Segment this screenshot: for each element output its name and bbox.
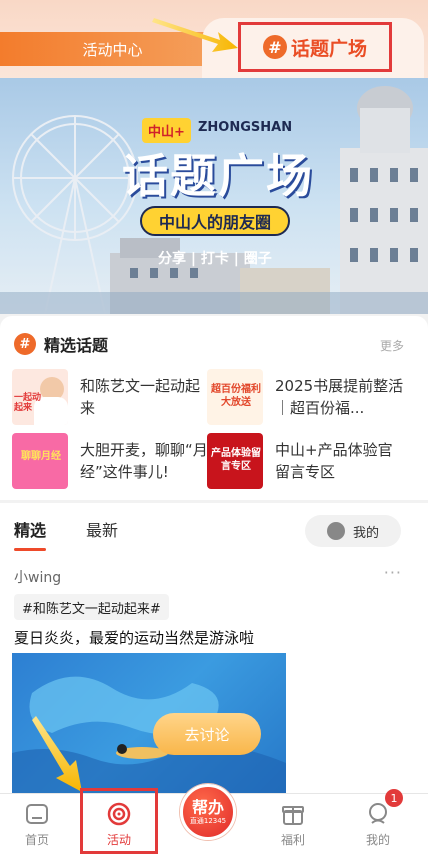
nav-profile[interactable]: 我的 [341,794,415,854]
post-title[interactable]: 夏日炎炎，最爱的运动当然是游泳啦 [14,627,254,648]
topic-thumbnail: 超百份福利大放送 [207,369,263,425]
more-options-icon[interactable]: ··· [384,563,402,582]
topic-thumbnail: 一起动起来 [12,369,68,425]
nav-home[interactable]: 首页 [0,794,74,854]
featured-topics-header: # 精选话题 [14,332,108,356]
topic-thumbnail: 聊聊月经 [12,433,68,489]
featured-topics-card: # 精选话题 更多 一起动起来 和陈艺文一起动起来 超百份福利大放送 2025书… [0,316,428,500]
tab-featured[interactable]: 精选 [14,517,47,551]
hash-icon: # [262,35,287,59]
hash-icon: # [14,333,36,355]
post-topic-tag[interactable]: #和陈艺文一起动起来# [14,594,169,620]
more-link[interactable]: 更多 [380,337,404,354]
topic-thumb-text: 超百份福利大放送 [211,384,261,408]
tab-activity-center-label: 活动中心 [82,40,143,59]
tab-latest[interactable]: 最新 [86,517,118,541]
home-icon [24,801,50,827]
feed-tabs: 精选 最新 [14,517,118,551]
annotation-arrow-icon [32,716,82,792]
banner-tags: 分享 | 打卡 | 圈子 [158,251,272,267]
banner-title: 话题广场 [122,149,314,203]
help-service-button[interactable]: 帮办 直通12345 [180,784,236,840]
nav-home-label: 首页 [24,832,49,847]
topic-label: 中山+产品体验官留言专区 [275,441,393,481]
topic-label: 和陈艺文一起动起来 [80,377,201,417]
tab-topic-square[interactable]: # 话题广场 [238,22,392,72]
discuss-label: 去讨论 [184,725,230,744]
my-posts-button[interactable]: 我的 [305,515,401,547]
avatar-icon [326,522,345,540]
topic-square-banner[interactable]: 中山+ ZHONGSHAN 话题广场 中山人的朋友圈 分享 | 打卡 | 圈子 [0,78,428,314]
banner-english: ZHONGSHAN [198,120,293,135]
topic-label: 2025书展提前整活｜超百份福... [275,377,404,417]
topic-item[interactable]: 一起动起来 和陈艺文一起动起来 [12,369,212,425]
topic-item[interactable]: 超百份福利大放送 2025书展提前整活｜超百份福... [207,369,407,425]
nav-profile-label: 我的 [365,832,390,847]
help-sub-label: 直通12345 [189,817,227,825]
topic-thumb-text: 一起动起来 [14,393,42,413]
topic-label: 大胆开麦，聊聊“月经”这件事儿! [80,441,208,481]
topic-item[interactable]: 聊聊月经 大胆开麦，聊聊“月经”这件事儿! [12,433,212,489]
post-username[interactable]: 小wing [14,567,61,587]
annotation-arrow-icon [152,18,238,52]
topic-thumbnail: 产品体验留言专区 [207,433,263,489]
topic-thumb-text: 聊聊月经 [21,451,61,462]
my-posts-label: 我的 [352,525,379,541]
nav-benefits-label: 福利 [280,832,305,847]
banner-subtitle: 中山人的朋友圈 [140,206,290,236]
notification-badge: 1 [385,789,403,807]
featured-topics-title: 精选话题 [44,336,109,355]
tab-topic-square-label: 话题广场 [290,37,367,60]
annotation-highlight-box [80,788,158,854]
nav-benefits[interactable]: 福利 [256,794,330,854]
discuss-button[interactable]: 去讨论 [153,713,261,755]
help-main-label: 帮办 [191,798,224,817]
topic-item[interactable]: 产品体验留言专区 中山+产品体验官留言专区 [207,433,407,489]
topic-thumb-text: 产品体验留言专区 [211,448,261,472]
header: 活动中心 # 话题广场 [0,0,428,80]
gift-icon [280,801,306,827]
